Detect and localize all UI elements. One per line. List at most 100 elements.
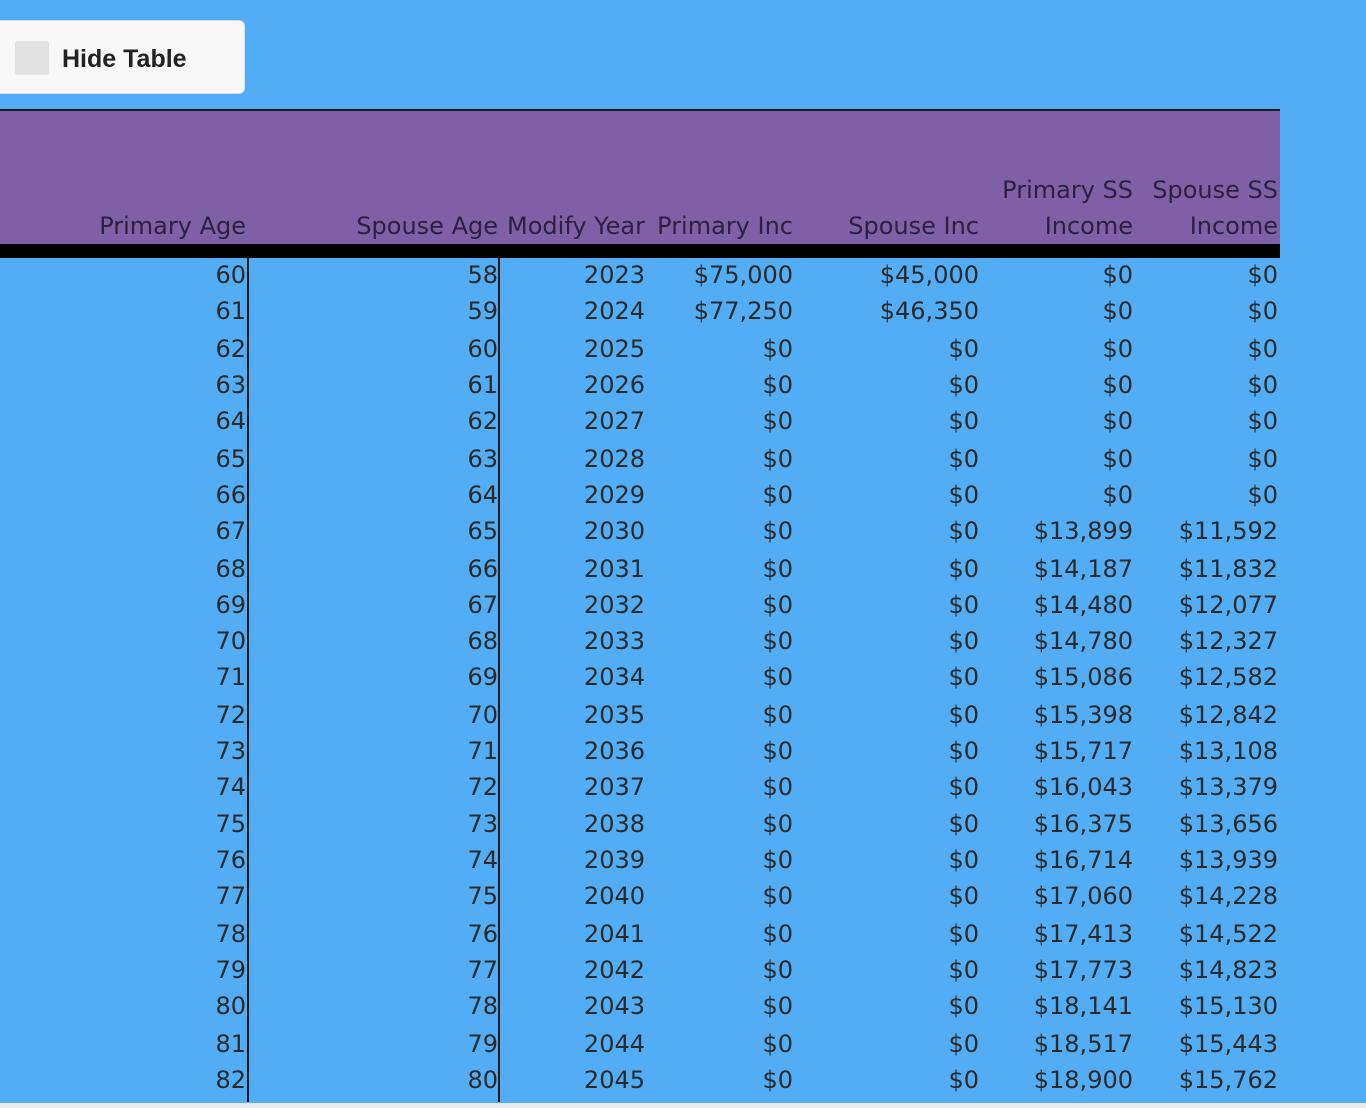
cell-spouse-ss-income: $0 (1247, 297, 1278, 325)
cell-primary-ss-income: $17,413 (1033, 920, 1133, 948)
cell-primary-ss-income: $0 (1102, 261, 1133, 289)
cell-primary-age: 75 (215, 810, 246, 838)
cell-spouse-age: 68 (467, 627, 498, 655)
cell-primary-age: 60 (215, 261, 246, 289)
cell-spouse-inc: $46,350 (879, 297, 979, 325)
cell-spouse-ss-income: $15,762 (1178, 1066, 1278, 1094)
table-row: 61 59 2024 $77,250 $46,350 $0 $0 (0, 294, 1280, 330)
cell-spouse-ss-income: $0 (1247, 335, 1278, 363)
cell-modify-year: 2029 (583, 481, 645, 509)
cell-primary-inc: $0 (762, 1066, 793, 1094)
cell-modify-year: 2044 (583, 1030, 645, 1058)
header-line: Spouse Inc (848, 212, 979, 240)
cell-primary-ss-income: $13,899 (1033, 517, 1133, 545)
cell-primary-age: 71 (215, 663, 246, 691)
cell-spouse-inc: $0 (948, 481, 979, 509)
cell-primary-age: 76 (215, 846, 246, 874)
header-line: Modify Year (507, 212, 645, 240)
cell-spouse-age: 79 (467, 1030, 498, 1058)
cell-primary-ss-income: $16,375 (1033, 810, 1133, 838)
header-line: Spouse Age (356, 212, 498, 240)
cell-primary-inc: $0 (762, 701, 793, 729)
cell-modify-year: 2035 (583, 701, 645, 729)
table-row: 71 69 2034 $0 $0 $15,086 $12,582 (0, 660, 1280, 696)
table-row: 70 68 2033 $0 $0 $14,780 $12,327 (0, 624, 1280, 660)
cell-spouse-ss-income: $0 (1247, 407, 1278, 435)
cell-primary-age: 68 (215, 555, 246, 583)
cell-primary-inc: $0 (762, 956, 793, 984)
table-row: 81 79 2044 $0 $0 $18,517 $15,443 (0, 1027, 1280, 1063)
cell-primary-inc: $0 (762, 1030, 793, 1058)
table-row: 69 67 2032 $0 $0 $14,480 $12,077 (0, 588, 1280, 624)
cell-spouse-ss-income: $14,823 (1178, 956, 1278, 984)
table-row: 63 61 2026 $0 $0 $0 $0 (0, 368, 1280, 404)
header-divider (0, 244, 1280, 258)
cell-spouse-age: 58 (467, 261, 498, 289)
table-row: 79 77 2042 $0 $0 $17,773 $14,823 (0, 953, 1280, 989)
cell-spouse-age: 59 (467, 297, 498, 325)
cell-spouse-age: 74 (467, 846, 498, 874)
cell-modify-year: 2032 (583, 591, 645, 619)
cell-spouse-age: 66 (467, 555, 498, 583)
cell-spouse-ss-income: $0 (1247, 371, 1278, 399)
cell-spouse-age: 62 (467, 407, 498, 435)
cell-primary-inc: $0 (762, 591, 793, 619)
cell-primary-age: 62 (215, 335, 246, 363)
cell-spouse-ss-income: $0 (1247, 481, 1278, 509)
cell-primary-ss-income: $17,060 (1033, 882, 1133, 910)
table-row: 74 72 2037 $0 $0 $16,043 $13,379 (0, 770, 1280, 806)
header-line: Primary SS (1002, 176, 1133, 204)
cell-primary-inc: $0 (762, 445, 793, 473)
cell-spouse-age: 73 (467, 810, 498, 838)
cell-primary-age: 70 (215, 627, 246, 655)
cell-modify-year: 2028 (583, 445, 645, 473)
table-row: 62 60 2025 $0 $0 $0 $0 (0, 332, 1280, 368)
cell-primary-ss-income: $14,480 (1033, 591, 1133, 619)
table-row: 64 62 2027 $0 $0 $0 $0 (0, 404, 1280, 440)
cell-spouse-inc: $0 (948, 956, 979, 984)
cell-modify-year: 2045 (583, 1066, 645, 1094)
hide-table-label: Hide Table (62, 45, 187, 73)
cell-spouse-inc: $0 (948, 335, 979, 363)
cell-primary-age: 81 (215, 1030, 246, 1058)
header-line: Income (1189, 212, 1278, 240)
cell-primary-inc: $0 (762, 737, 793, 765)
cell-modify-year: 2027 (583, 407, 645, 435)
cell-spouse-inc: $0 (948, 371, 979, 399)
cell-spouse-inc: $0 (948, 517, 979, 545)
cell-primary-ss-income: $0 (1102, 297, 1133, 325)
table-row: 65 63 2028 $0 $0 $0 $0 (0, 442, 1280, 478)
cell-spouse-inc: $0 (948, 882, 979, 910)
cell-spouse-age: 75 (467, 882, 498, 910)
checkbox[interactable] (15, 41, 49, 75)
cell-primary-inc: $77,250 (693, 297, 793, 325)
cell-spouse-age: 69 (467, 663, 498, 691)
cell-primary-inc: $0 (762, 773, 793, 801)
cell-modify-year: 2038 (583, 810, 645, 838)
cell-spouse-inc: $0 (948, 737, 979, 765)
projection-table: Primary Age Spouse Age Modify Year Primary … (0, 109, 1280, 1102)
cell-primary-age: 65 (215, 445, 246, 473)
cell-primary-ss-income: $16,043 (1033, 773, 1133, 801)
scrollbar-track[interactable] (0, 1103, 1366, 1108)
header-primary-ss-income: Primary SS Income (1002, 172, 1133, 244)
cell-primary-inc: $0 (762, 481, 793, 509)
cell-spouse-inc: $0 (948, 555, 979, 583)
cell-spouse-ss-income: $12,582 (1178, 663, 1278, 691)
cell-spouse-age: 65 (467, 517, 498, 545)
cell-spouse-ss-income: $0 (1247, 445, 1278, 473)
cell-modify-year: 2024 (583, 297, 645, 325)
cell-spouse-inc: $0 (948, 701, 979, 729)
hide-table-toggle[interactable]: Hide Table (0, 20, 245, 94)
cell-spouse-inc: $0 (948, 810, 979, 838)
cell-spouse-age: 67 (467, 591, 498, 619)
table-row: 75 73 2038 $0 $0 $16,375 $13,656 (0, 807, 1280, 843)
table-header: Primary Age Spouse Age Modify Year Primary … (0, 111, 1280, 244)
cell-spouse-ss-income: $14,228 (1178, 882, 1278, 910)
header-line: Primary Inc (657, 212, 793, 240)
cell-primary-ss-income: $18,141 (1033, 992, 1133, 1020)
cell-primary-age: 61 (215, 297, 246, 325)
cell-primary-age: 77 (215, 882, 246, 910)
cell-spouse-inc: $0 (948, 407, 979, 435)
table-row: 72 70 2035 $0 $0 $15,398 $12,842 (0, 698, 1280, 734)
